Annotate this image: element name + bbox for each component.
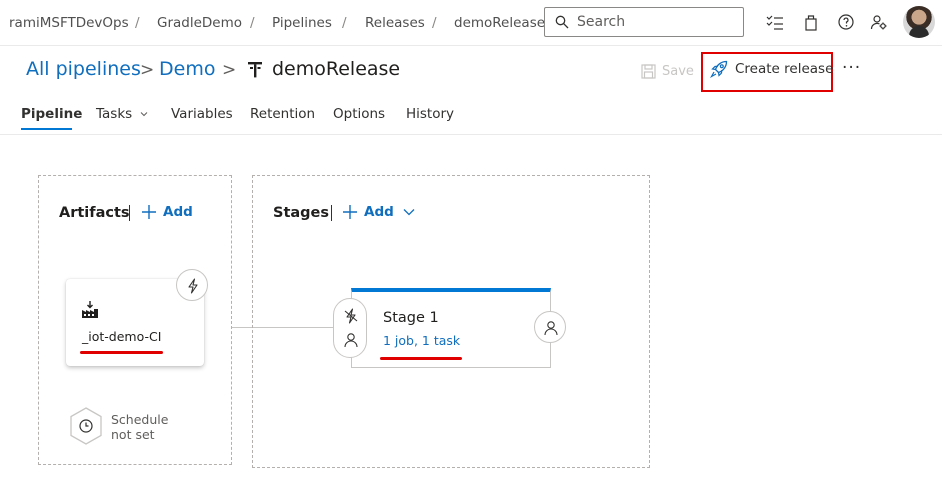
breadcrumb-releases[interactable]: Releases (365, 15, 425, 31)
header-chevron: > (222, 60, 237, 80)
shopping-bag-icon[interactable] (802, 13, 820, 31)
pre-deployment-conditions[interactable] (333, 298, 367, 358)
schedule-line-2: not set (111, 427, 155, 442)
continuous-deployment-trigger-button[interactable] (176, 269, 208, 301)
stage-tasks-underline (380, 357, 462, 360)
post-deployment-conditions-button[interactable] (534, 311, 566, 343)
stage-name[interactable]: Stage 1 (383, 310, 439, 326)
demo-folder-link[interactable]: Demo (159, 58, 215, 80)
tab-retention[interactable]: Retention (250, 106, 315, 122)
tab-variables[interactable]: Variables (171, 106, 233, 122)
task-list-icon[interactable] (766, 13, 784, 31)
breadcrumb-pipelines[interactable]: Pipelines (272, 15, 332, 31)
all-pipelines-link[interactable]: All pipelines (26, 58, 141, 80)
save-icon (641, 63, 656, 79)
schedule-status[interactable]: Schedule not set (111, 412, 168, 442)
tab-history[interactable]: History (406, 106, 454, 122)
help-icon[interactable] (837, 13, 855, 31)
lightning-icon[interactable] (343, 308, 359, 324)
active-tab-indicator (21, 128, 72, 130)
schedule-line-1: Schedule (111, 412, 169, 427)
tab-tasks-label: Tasks (96, 106, 133, 122)
header-chevron: > (140, 60, 155, 80)
chevron-down-icon (403, 209, 415, 216)
breadcrumb-separator: / (250, 15, 255, 31)
person-icon (544, 321, 558, 336)
more-actions-button[interactable]: ··· (842, 58, 861, 78)
divider (331, 205, 332, 221)
breadcrumb-separator: / (342, 15, 347, 31)
stage-tasks-link[interactable]: 1 job, 1 task (383, 333, 460, 348)
search-box[interactable]: Search (544, 7, 744, 37)
create-release-label: Create release (735, 61, 834, 77)
search-icon (555, 15, 569, 29)
plus-icon (142, 205, 156, 219)
rocket-icon (710, 60, 728, 78)
avatar-shirt (909, 26, 929, 38)
tab-pipeline[interactable]: Pipeline (21, 106, 82, 122)
save-label: Save (662, 63, 694, 79)
add-stage-button[interactable]: Add (342, 204, 415, 220)
breadcrumb-separator: / (432, 15, 437, 31)
breadcrumb-separator: / (135, 15, 140, 31)
release-pipeline-icon (248, 62, 262, 78)
page-title: demoRelease (272, 58, 401, 80)
add-stage-label: Add (364, 204, 394, 220)
stage-card[interactable] (351, 288, 551, 368)
stages-title: Stages (273, 205, 330, 221)
avatar[interactable] (903, 6, 935, 38)
tabs-divider (0, 134, 942, 135)
divider (129, 205, 130, 221)
breadcrumb-project[interactable]: GradleDemo (157, 15, 242, 31)
add-artifact-button[interactable]: Add (141, 204, 193, 220)
breadcrumb-release[interactable]: demoRelease (454, 15, 545, 31)
artifact-name[interactable]: _iot-demo-CI (82, 329, 161, 344)
tab-tasks[interactable]: Tasks (96, 106, 148, 122)
person-icon[interactable] (343, 332, 359, 348)
tab-options[interactable]: Options (333, 106, 385, 122)
search-placeholder: Search (577, 14, 626, 30)
artifact-name-underline (80, 351, 163, 354)
chevron-down-icon (141, 112, 148, 117)
build-artifact-icon (82, 301, 98, 318)
create-release-button[interactable]: Create release (710, 60, 833, 78)
plus-icon (343, 205, 357, 219)
save-button[interactable]: Save (641, 60, 694, 82)
artifacts-title: Artifacts (59, 205, 130, 221)
add-artifact-label: Add (163, 204, 193, 220)
schedule-icon[interactable] (69, 407, 103, 445)
user-settings-icon[interactable] (870, 13, 888, 31)
top-bar: ramiMSFTDevOps / GradleDemo / Pipelines … (0, 0, 942, 46)
breadcrumb-organization[interactable]: ramiMSFTDevOps (9, 15, 129, 31)
lightning-icon (188, 278, 198, 294)
